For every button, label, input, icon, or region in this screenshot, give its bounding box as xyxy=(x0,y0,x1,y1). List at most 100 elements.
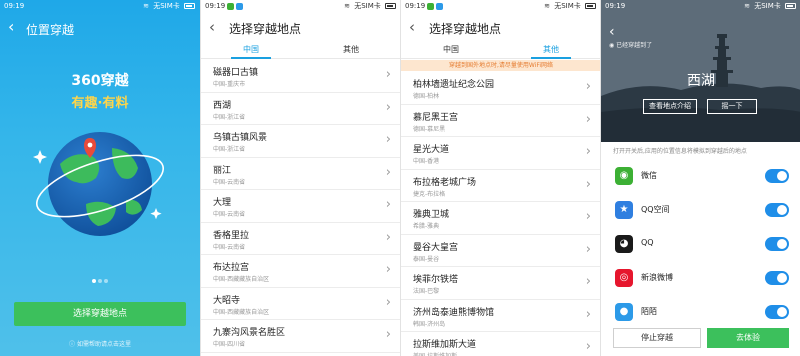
back-icon[interactable]: ‹ xyxy=(609,24,615,40)
location-region: 美国-拉斯维加斯 xyxy=(413,351,457,356)
active-tab-indicator xyxy=(231,57,271,59)
list-item[interactable]: 丽江 中国-云南省 › xyxy=(201,158,400,190)
stop-travel-button[interactable]: 停止穿越 xyxy=(613,328,701,348)
brand-tagline: 有趣·有料 xyxy=(71,96,129,111)
travel-result-screen: 09:19 ≋ 无SIM卡 ‹ ◉ 已经穿越到了 西湖 查看地点介绍 摇一下 打… xyxy=(600,0,800,356)
app-permission-row: ★ QQ空间 xyxy=(601,193,800,227)
location-region: 捷克-布拉格 xyxy=(413,190,446,198)
app-permission-row: ◕ QQ xyxy=(601,227,800,261)
chevron-right-icon: › xyxy=(385,229,391,245)
chevron-right-icon: › xyxy=(385,262,391,277)
help-text: 如需帮助请点击这里 xyxy=(76,341,131,348)
location-name: 香格里拉 xyxy=(213,230,250,241)
list-item[interactable]: 磁器口古镇 中国-重庆市 › xyxy=(201,60,400,93)
location-region: 希腊-雅典 xyxy=(413,223,440,230)
battery-icon xyxy=(184,3,195,9)
travel-status-text: 已经穿越到了 xyxy=(616,42,653,49)
tab-china[interactable]: 中国 xyxy=(401,44,501,55)
list-item[interactable]: 布拉格老城广场 捷克-布拉格 › xyxy=(401,170,600,202)
list-item[interactable]: 布达拉宫 中国-西藏藏族自治区 › xyxy=(201,255,400,288)
list-item[interactable]: 雅典卫城 希腊-雅典 › xyxy=(401,202,600,235)
list-item[interactable]: 大昭寺 中国-西藏藏族自治区 › xyxy=(201,288,400,320)
location-toggle[interactable] xyxy=(765,237,789,251)
location-region: 中国-浙江省 xyxy=(213,113,246,121)
status-right: ≋ 无SIM卡 xyxy=(143,0,195,13)
region-tabs: 中国 其他 xyxy=(401,41,600,59)
choose-location-button[interactable]: 选择穿越地点 xyxy=(14,302,186,326)
location-name: 慕尼黑王宫 xyxy=(413,112,459,123)
location-name: 大理 xyxy=(213,198,232,208)
page-indicator xyxy=(0,268,200,287)
status-bar: 09:19 ≋ 无SIM卡 xyxy=(0,0,200,13)
status-bar: 09:19 ≋ 无SIM卡 xyxy=(601,0,800,13)
chevron-right-icon: › xyxy=(585,241,591,257)
location-region: 中国-重庆市 xyxy=(213,81,246,88)
wifi-icon: ≋ xyxy=(143,2,149,10)
chevron-right-icon: › xyxy=(585,274,591,289)
shake-button[interactable]: 摇一下 xyxy=(707,99,757,114)
qq-icon: ◕ xyxy=(615,235,633,253)
weibo-icon: ◎ xyxy=(615,269,633,287)
location-list-other: 09:19 ≋ 无SIM卡 ‹ 选择穿越地点 中国 其他 穿越到国外地点时,请尽… xyxy=(400,0,600,356)
back-icon[interactable]: ‹ xyxy=(409,19,415,35)
bottom-actions: 停止穿越 去体验 xyxy=(601,328,800,352)
app-permission-row: ◎ 新浪微博 xyxy=(601,261,800,295)
status-carrier: 无SIM卡 xyxy=(354,2,381,10)
list-item[interactable]: 慕尼黑王宫 德国-慕尼黑 › xyxy=(401,105,600,137)
location-name: 乌镇古镇风景 xyxy=(213,133,268,143)
chevron-right-icon: › xyxy=(385,164,391,180)
chevron-right-icon: › xyxy=(585,79,591,94)
list-item[interactable]: 乌镇古镇风景 中国-浙江省 › xyxy=(201,125,400,158)
location-toggle[interactable] xyxy=(765,271,789,285)
location-name: 济州岛泰迪熊博物馆 xyxy=(413,307,495,318)
list-header: ‹ 选择穿越地点 xyxy=(201,13,400,41)
location-name: 拉斯维加斯大道 xyxy=(413,340,477,350)
view-info-button[interactable]: 查看地点介绍 xyxy=(643,99,697,114)
brand-slogan: 360穿越 有趣·有料 xyxy=(0,70,200,111)
list-item[interactable]: 大理 中国-云南省 › xyxy=(201,190,400,223)
list-item[interactable]: 柏林墙遗址纪念公园 德国-柏林 › xyxy=(401,72,600,105)
status-bar: 09:19 ≋ 无SIM卡 xyxy=(201,0,400,13)
list-item[interactable]: 埃菲尔铁塔 法国-巴黎 › xyxy=(401,267,600,300)
list-item[interactable]: 拉斯维加斯大道美国-拉斯维加斯 › xyxy=(401,332,600,356)
list-item[interactable]: 香格里拉 中国-云南省 › xyxy=(201,223,400,255)
list-item[interactable]: 星光大道 中国-香港 › xyxy=(401,137,600,170)
location-name: 布拉格老城广场 xyxy=(413,177,477,188)
list-item[interactable]: 济州岛泰迪熊博物馆 韩国-济州岛 › xyxy=(401,300,600,332)
list-item[interactable]: 九寨沟风景名胜区 中国-四川省 › xyxy=(201,320,400,353)
location-name: 星光大道 xyxy=(413,145,450,155)
wifi-notice: 穿越到国外地点时,请尽量使用WiFi网络 xyxy=(401,60,600,71)
list-header: ‹ 选择穿越地点 xyxy=(401,13,600,41)
list-item[interactable]: 曼谷大皇宫 泰国-曼谷 › xyxy=(401,235,600,267)
location-region: 中国-西藏藏族自治区 xyxy=(213,276,270,283)
location-toggle[interactable] xyxy=(765,305,789,319)
location-name: 雅典卫城 xyxy=(413,210,450,220)
help-link[interactable]: ⓘ 如需帮助请点击这里 xyxy=(0,339,200,348)
chevron-right-icon: › xyxy=(385,67,391,82)
app-header: ‹ 位置穿越 xyxy=(0,13,200,43)
location-name: 九寨沟风景名胜区 xyxy=(213,328,286,338)
status-time: 09:19 xyxy=(205,2,226,10)
chevron-right-icon: › xyxy=(585,306,591,322)
back-icon[interactable]: ‹ xyxy=(209,19,215,35)
list-item[interactable]: 西湖 中国-浙江省 › xyxy=(201,93,400,125)
app-name: 微信 xyxy=(641,171,657,180)
status-carrier: 无SIM卡 xyxy=(153,2,180,10)
location-region: 中国-浙江省 xyxy=(213,146,246,153)
app-name: QQ xyxy=(641,238,654,247)
tab-other[interactable]: 其他 xyxy=(301,44,400,55)
tab-china[interactable]: 中国 xyxy=(201,44,301,55)
status-right: ≋ 无SIM卡 xyxy=(544,0,596,13)
app-name: 新浪微博 xyxy=(641,273,673,282)
try-it-button[interactable]: 去体验 xyxy=(707,328,789,348)
location-toggle[interactable] xyxy=(765,169,789,183)
tab-other[interactable]: 其他 xyxy=(501,44,600,55)
status-carrier: 无SIM卡 xyxy=(554,2,581,10)
location-region: 德国-柏林 xyxy=(413,93,440,100)
location-toggle[interactable] xyxy=(765,203,789,217)
location-region: 韩国-济州岛 xyxy=(413,320,446,328)
battery-icon xyxy=(385,3,396,9)
back-icon[interactable]: ‹ xyxy=(8,19,14,35)
qzone-icon: ★ xyxy=(615,201,633,219)
chevron-right-icon: › xyxy=(385,99,391,115)
